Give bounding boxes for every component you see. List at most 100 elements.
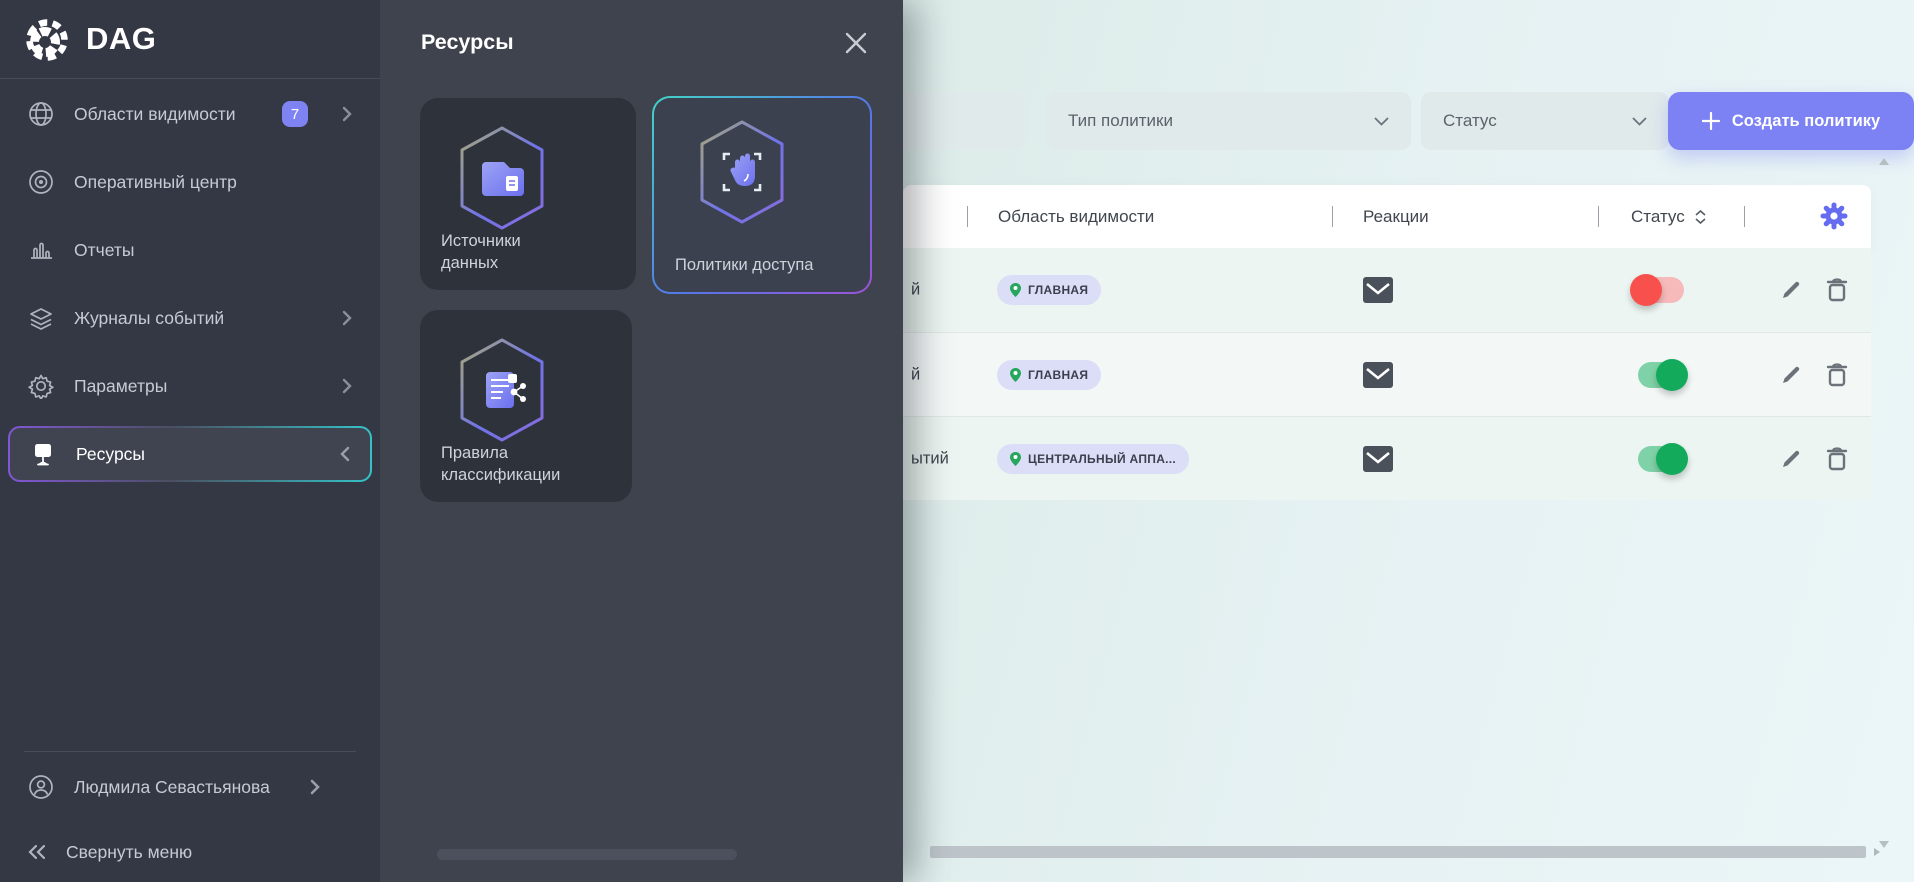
policy-name-fragment: ытий xyxy=(911,449,949,467)
scroll-right-arrow[interactable] xyxy=(1874,848,1880,856)
access-policy-icon xyxy=(690,118,794,226)
column-header-status[interactable]: Статус xyxy=(1631,185,1706,248)
create-policy-label: Создать политику xyxy=(1731,111,1881,130)
card-classification-rules[interactable]: Правила классификации xyxy=(420,310,632,502)
edit-button[interactable] xyxy=(1777,276,1805,304)
column-header-reactions: Реакции xyxy=(1363,185,1429,248)
column-header-scope: Область видимости xyxy=(998,185,1154,248)
sidebar-item-event-logs[interactable]: Журналы событий xyxy=(0,284,380,352)
policy-name-fragment: й xyxy=(911,365,921,383)
close-icon[interactable] xyxy=(841,28,871,58)
resources-icon xyxy=(30,441,56,467)
user-name: Людмила Севастьянова xyxy=(74,776,270,797)
scope-badge-label: ГЛАВНАЯ xyxy=(1028,367,1089,382)
location-pin-icon xyxy=(1010,367,1021,382)
sidebar-item-scopes[interactable]: Области видимости 7 xyxy=(0,80,380,148)
policy-name-fragment: й xyxy=(911,280,921,299)
delete-button[interactable] xyxy=(1823,361,1851,389)
panel-horizontal-scrollbar[interactable] xyxy=(437,849,737,860)
scopes-count-badge: 7 xyxy=(282,101,308,127)
collapse-menu-button[interactable]: Свернуть меню xyxy=(0,822,380,882)
scope-badge: ГЛАВНАЯ xyxy=(997,359,1102,390)
table-header: Область видимости Реакции Статус xyxy=(903,185,1871,248)
toggle-knob xyxy=(1656,358,1688,391)
policy-type-dropdown[interactable]: Тип политики xyxy=(1046,92,1411,150)
panel-title: Ресурсы xyxy=(421,30,514,54)
scroll-down-arrow[interactable] xyxy=(1879,841,1889,848)
status-toggle[interactable] xyxy=(1638,358,1688,391)
edit-button[interactable] xyxy=(1777,361,1805,389)
app-window: Тип политики Статус Создать политику Обл… xyxy=(0,0,1914,882)
table-row[interactable]: й ГЛАВНАЯ xyxy=(903,332,1871,416)
sidebar: DAG Области видимости 7 Оперативный цент… xyxy=(0,0,380,882)
sidebar-item-label: Журналы событий xyxy=(74,307,225,328)
email-reaction-icon xyxy=(1363,445,1393,472)
scroll-up-arrow[interactable] xyxy=(1879,158,1889,165)
status-toggle[interactable] xyxy=(1630,274,1684,306)
table-row[interactable]: й ГЛАВНАЯ xyxy=(903,248,1871,332)
scope-badge-label: ЦЕНТРАЛЬНЫЙ АППА... xyxy=(1028,451,1177,466)
policy-type-label: Тип политики xyxy=(1068,111,1173,130)
double-chevron-left-icon xyxy=(28,844,46,860)
status-filter-dropdown[interactable]: Статус xyxy=(1421,92,1669,150)
sort-icon[interactable] xyxy=(1695,209,1706,224)
column-header-status-label: Статус xyxy=(1631,206,1685,226)
table-settings-gear-icon[interactable] xyxy=(1819,201,1849,231)
email-reaction-icon xyxy=(1363,361,1393,388)
sidebar-item-parameters[interactable]: Параметры xyxy=(0,352,380,420)
column-header-scope-label: Область видимости xyxy=(998,206,1155,226)
column-separator xyxy=(1744,206,1745,227)
column-separator xyxy=(967,206,968,227)
chevron-right-icon xyxy=(342,310,352,326)
delete-button[interactable] xyxy=(1823,445,1851,473)
card-label: Источники данных xyxy=(441,232,521,272)
sidebar-bottom: Людмила Севастьянова Свернуть меню xyxy=(0,751,380,882)
chevron-down-icon xyxy=(1374,116,1389,126)
scope-badge-label: ГЛАВНАЯ xyxy=(1028,283,1089,297)
edit-button[interactable] xyxy=(1777,445,1805,473)
card-access-policies[interactable]: Политики доступа xyxy=(652,96,872,294)
delete-button[interactable] xyxy=(1823,276,1851,304)
layers-icon xyxy=(28,305,54,331)
status-toggle[interactable] xyxy=(1638,442,1688,475)
sidebar-item-resources[interactable]: Ресурсы xyxy=(8,426,372,482)
app-logo-text: DAG xyxy=(86,21,157,56)
vertical-scrollbar[interactable] xyxy=(1877,158,1891,848)
app-logo: DAG xyxy=(0,0,380,79)
sidebar-item-label: Параметры xyxy=(74,375,168,396)
user-menu[interactable]: Людмила Севастьянова xyxy=(0,752,380,822)
table-row[interactable]: ытий ЦЕНТРАЛЬНЫЙ АППА... xyxy=(903,416,1871,500)
chevron-right-icon xyxy=(310,779,320,795)
column-separator xyxy=(1598,206,1599,227)
resources-flyout-panel: Ресурсы Источники данных Политики доступ… xyxy=(380,0,903,882)
column-separator xyxy=(1332,206,1333,227)
toggle-knob xyxy=(1630,274,1662,306)
status-filter-label: Статус xyxy=(1443,111,1497,130)
toggle-knob xyxy=(1656,442,1688,475)
horizontal-scrollbar-thumb[interactable] xyxy=(930,846,1866,858)
plus-icon xyxy=(1701,112,1720,130)
classification-rules-icon xyxy=(450,336,554,444)
chevron-down-icon xyxy=(1632,116,1647,126)
card-label: Политики доступа xyxy=(675,255,814,274)
data-source-icon xyxy=(450,124,554,232)
sidebar-item-label: Ресурсы xyxy=(76,443,146,464)
card-label: Правила классификации xyxy=(441,444,561,484)
card-data-sources[interactable]: Источники данных xyxy=(420,98,636,290)
create-policy-button[interactable]: Создать политику xyxy=(1668,92,1914,150)
chevron-left-icon xyxy=(340,446,350,462)
bar-chart-icon xyxy=(28,237,54,263)
search-filter-fragment[interactable] xyxy=(883,92,1025,150)
scope-badge: ЦЕНТРАЛЬНЫЙ АППА... xyxy=(997,443,1190,474)
email-reaction-icon xyxy=(1363,277,1393,303)
sidebar-item-reports[interactable]: Отчеты xyxy=(0,216,380,284)
location-pin-icon xyxy=(1010,283,1021,297)
sidebar-item-operations-center[interactable]: Оперативный центр xyxy=(0,148,380,216)
horizontal-scrollbar[interactable] xyxy=(930,845,1880,859)
gear-icon xyxy=(28,373,54,399)
main-content: Тип политики Статус Создать политику Обл… xyxy=(883,0,1914,882)
sidebar-item-label: Оперативный центр xyxy=(74,171,237,192)
dag-logo-icon xyxy=(24,16,70,62)
sidebar-nav: Области видимости 7 Оперативный центр От… xyxy=(0,80,380,488)
chevron-right-icon xyxy=(342,378,352,394)
